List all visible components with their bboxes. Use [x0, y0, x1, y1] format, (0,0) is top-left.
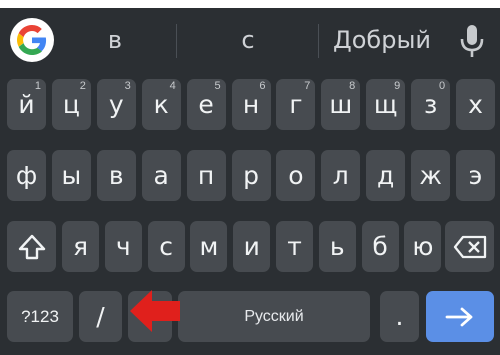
- key-с[interactable]: с: [147, 221, 185, 272]
- key-в[interactable]: в: [96, 150, 136, 201]
- google-button[interactable]: [10, 18, 54, 62]
- key-у[interactable]: у3: [96, 79, 136, 130]
- backspace-key[interactable]: [445, 221, 494, 272]
- key-hint: 7: [304, 80, 311, 92]
- key-label: ь: [329, 232, 345, 261]
- arrow-right-icon: [445, 307, 473, 326]
- suggestion-right[interactable]: Добрый: [324, 8, 440, 72]
- key-ы[interactable]: ы: [51, 150, 91, 201]
- key-label: ы: [61, 161, 82, 190]
- slash-key[interactable]: /: [79, 291, 122, 342]
- key-ж[interactable]: ж: [411, 150, 451, 201]
- key-т[interactable]: т: [276, 221, 313, 272]
- key-о[interactable]: о: [276, 150, 316, 201]
- key-ф[interactable]: ф: [7, 150, 46, 201]
- suggestion-center[interactable]: с: [182, 8, 314, 72]
- key-з[interactable]: з0: [411, 79, 451, 130]
- key-label: у: [108, 90, 124, 119]
- key-п[interactable]: п: [186, 150, 226, 201]
- key-label: н: [242, 90, 260, 119]
- key-label: б: [372, 232, 388, 261]
- key-label: в: [108, 161, 124, 190]
- suggestion-divider: [318, 24, 319, 58]
- key-б[interactable]: б: [361, 221, 399, 272]
- key-label: д: [377, 161, 395, 190]
- key-ш[interactable]: ш8: [321, 79, 361, 130]
- key-label: а: [153, 161, 169, 190]
- key-label: ю: [412, 232, 434, 261]
- key-щ[interactable]: щ9: [366, 79, 406, 130]
- key-label: й: [18, 90, 35, 119]
- shift-arrow-icon: [18, 234, 45, 259]
- key-х[interactable]: х: [456, 79, 495, 130]
- key-label: и: [243, 232, 260, 261]
- key-label: э: [468, 161, 483, 190]
- backspace-icon: [453, 235, 486, 258]
- enter-key[interactable]: [426, 291, 494, 342]
- key-ь[interactable]: ь: [318, 221, 356, 272]
- key-к[interactable]: к4: [141, 79, 181, 130]
- symbols-key[interactable]: ?123: [7, 291, 73, 342]
- top-edge: [0, 0, 500, 8]
- microphone-icon[interactable]: [458, 24, 486, 58]
- key-hint: 2: [79, 80, 86, 92]
- key-label: т: [287, 232, 302, 261]
- key-ч[interactable]: ч: [104, 221, 142, 272]
- key-р[interactable]: р: [231, 150, 271, 201]
- key-label: з: [423, 90, 438, 119]
- suggestion-left[interactable]: в: [60, 8, 170, 72]
- key-л[interactable]: л: [321, 150, 361, 201]
- red-left-arrow-icon: [130, 290, 180, 332]
- key-label: м: [199, 232, 219, 261]
- key-label: я: [72, 232, 89, 261]
- key-label: п: [197, 161, 215, 190]
- key-э[interactable]: э: [456, 150, 495, 201]
- key-г[interactable]: г7: [276, 79, 316, 130]
- key-и[interactable]: и: [233, 221, 271, 272]
- key-hint: 4: [169, 80, 176, 92]
- key-д[interactable]: д: [366, 150, 406, 201]
- key-ц[interactable]: ц2: [51, 79, 91, 130]
- key-label: л: [332, 161, 349, 190]
- key-hint: 0: [438, 80, 446, 92]
- key-label: ш: [329, 90, 353, 119]
- key-label: ж: [419, 161, 442, 190]
- key-hint: 1: [34, 80, 41, 92]
- key-label: р: [243, 161, 259, 190]
- period-key[interactable]: .: [380, 291, 419, 342]
- key-label: г: [289, 90, 303, 119]
- key-label: о: [288, 161, 304, 190]
- key-label: с: [159, 232, 173, 261]
- space-key[interactable]: Русский: [178, 291, 370, 342]
- key-я[interactable]: я: [62, 221, 99, 272]
- key-ю[interactable]: ю: [404, 221, 442, 272]
- key-hint: 5: [214, 80, 221, 92]
- key-label: ц: [62, 90, 80, 119]
- key-hint: 9: [394, 80, 401, 92]
- key-м[interactable]: м: [190, 221, 228, 272]
- key-е[interactable]: е5: [186, 79, 226, 130]
- key-hint: 6: [259, 80, 266, 92]
- key-й[interactable]: й1: [7, 79, 46, 130]
- key-hint: 8: [349, 80, 356, 92]
- key-label: х: [468, 90, 483, 119]
- key-label: щ: [373, 90, 398, 119]
- key-н[interactable]: н6: [231, 79, 271, 130]
- key-hint: 3: [124, 80, 131, 92]
- google-g-icon: [17, 25, 47, 55]
- key-label: ч: [115, 232, 131, 261]
- suggestion-divider: [176, 24, 177, 58]
- key-label: ф: [15, 161, 38, 190]
- shift-key[interactable]: [7, 221, 56, 272]
- key-а[interactable]: а: [141, 150, 181, 201]
- key-label: к: [153, 90, 169, 119]
- key-label: е: [198, 90, 214, 119]
